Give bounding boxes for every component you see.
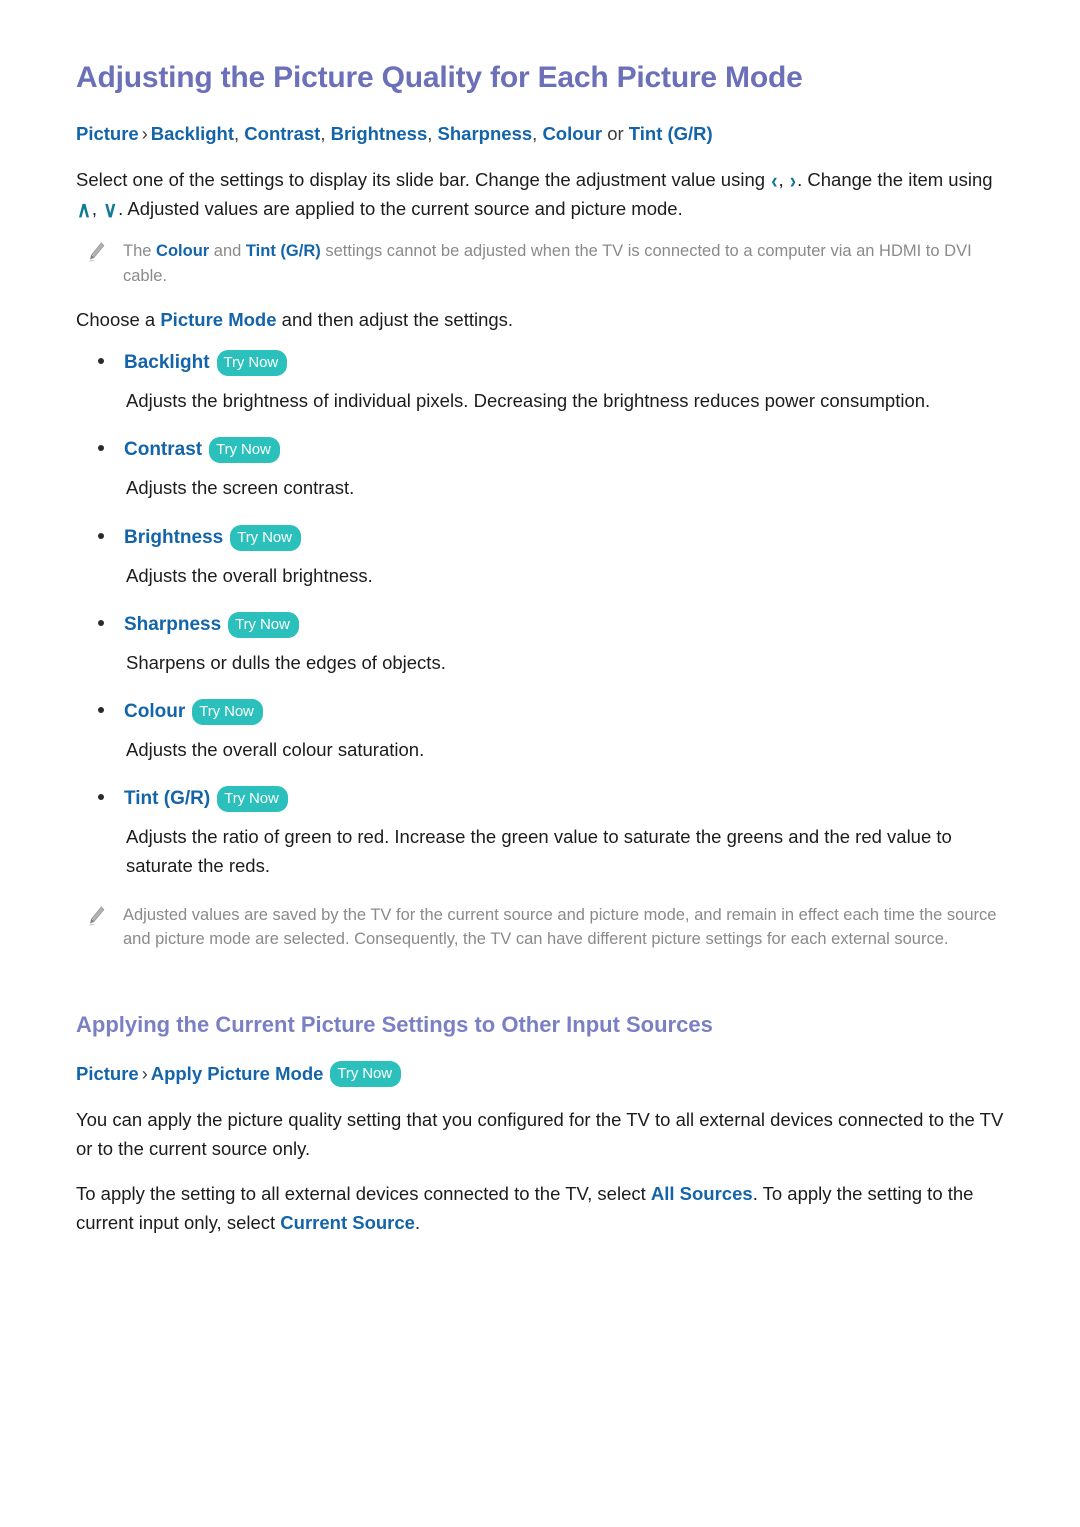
try-now-badge[interactable]: Try Now (228, 611, 299, 638)
setting-label-brightness: Brightness Try Now (124, 524, 301, 551)
apply-settings-paragraph-2: To apply the setting to all external dev… (76, 1179, 1008, 1237)
try-now-badge[interactable]: Try Now (192, 699, 263, 725)
list-item: Contrast Try Now (76, 437, 1008, 464)
list-item: Colour Try Now (76, 699, 1008, 725)
chevron-left-icon: ‹ (771, 169, 778, 194)
choose-text-part-2: and then adjust the settings. (276, 308, 514, 330)
chevron-right-icon: › (789, 169, 797, 194)
paragraph-part-3: . (414, 1212, 421, 1234)
intro-text-part-3: . Adjusted values are applied to the cur… (118, 198, 683, 220)
setting-description-contrast: Adjusts the screen contrast. (126, 477, 355, 499)
setting-name[interactable]: Contrast (124, 439, 202, 460)
setting-label-backlight: Backlight Try Now (124, 350, 288, 377)
bullet-icon (98, 358, 104, 365)
setting-description-colour: Adjusts the overall colour saturation. (126, 739, 425, 760)
setting-description-tint: Adjusts the ratio of green to red. Incre… (126, 826, 952, 877)
breadcrumb-item-sharpness[interactable]: Sharpness (438, 123, 533, 144)
document-page: Adjusting the Picture Quality for Each P… (0, 0, 1080, 1527)
chevron-right-icon: › (141, 124, 148, 144)
chevron-down-icon: ∨ (103, 198, 118, 223)
breadcrumb-item-contrast[interactable]: Contrast (244, 123, 320, 144)
breadcrumb-or: or (607, 123, 624, 144)
choose-text-part-1: Choose a (76, 308, 161, 330)
setting-label-tint: Tint (G/R) Try Now (124, 786, 288, 813)
list-item: Backlight Try Now (76, 350, 1008, 377)
breadcrumb-picture-settings: Picture › Backlight, Contrast, Brightness,… (76, 122, 1008, 147)
breadcrumb-item-backlight[interactable]: Backlight (151, 123, 234, 144)
breadcrumb-root[interactable]: Picture (76, 1063, 139, 1084)
note-text-part-2: and (209, 242, 246, 261)
intro-comma: , (778, 168, 789, 190)
setting-label-colour: Colour Try Now (124, 699, 263, 725)
try-now-badge[interactable]: Try Now (216, 350, 288, 377)
setting-label-sharpness: Sharpness Try Now (124, 611, 299, 638)
setting-description-backlight: Adjusts the brightness of individual pix… (126, 390, 931, 412)
note-text: Adjusted values are saved by the TV for … (123, 905, 997, 949)
note-saved-values: Adjusted values are saved by the TV for … (76, 903, 1008, 953)
setting-name[interactable]: Tint (G/R) (124, 788, 210, 809)
intro-text-part-1: Select one of the settings to display it… (76, 168, 771, 190)
setting-name[interactable]: Backlight (124, 352, 210, 373)
list-item: Brightness Try Now (76, 524, 1008, 551)
pencil-icon (88, 906, 105, 926)
link-all-sources[interactable]: All Sources (651, 1183, 753, 1204)
breadcrumb-comma: , (320, 123, 331, 144)
bullet-icon (98, 619, 104, 626)
chevron-up-icon: ∧ (77, 198, 91, 223)
setting-name[interactable]: Brightness (124, 527, 223, 548)
page-title: Adjusting the Picture Quality for Each P… (76, 61, 803, 94)
bullet-icon (98, 707, 104, 713)
intro-text-part-2: . Change the item using (797, 168, 993, 190)
breadcrumb-item-brightness[interactable]: Brightness (331, 123, 428, 144)
list-item: Tint (G/R) Try Now (76, 786, 1008, 813)
breadcrumb-comma: , (234, 123, 245, 144)
note-text: The Colour and Tint (G/R) settings canno… (123, 239, 1008, 289)
breadcrumb-item-colour[interactable]: Colour (542, 123, 602, 144)
bullet-icon (98, 532, 104, 539)
breadcrumb-comma: , (532, 123, 543, 144)
chevron-right-icon: › (141, 1063, 148, 1084)
pencil-icon (88, 242, 105, 262)
list-item: Sharpness Try Now (76, 611, 1008, 638)
note-text-part-1: The (123, 242, 157, 261)
try-now-badge[interactable]: Try Now (230, 524, 301, 551)
intro-paragraph: Select one of the settings to display it… (76, 165, 1008, 223)
link-current-source[interactable]: Current Source (280, 1212, 415, 1233)
section-title-apply-settings: Applying the Current Picture Settings to… (76, 1012, 713, 1038)
breadcrumb-comma: , (427, 123, 438, 144)
setting-name[interactable]: Colour (124, 701, 185, 722)
note-link-colour[interactable]: Colour (156, 242, 209, 260)
choose-picture-mode-paragraph: Choose a Picture Mode and then adjust th… (76, 305, 1008, 334)
link-picture-mode[interactable]: Picture Mode (160, 309, 276, 330)
apply-settings-paragraph-1: You can apply the picture quality settin… (76, 1108, 1004, 1159)
try-now-badge[interactable]: Try Now (330, 1060, 401, 1087)
note-link-tint[interactable]: Tint (G/R) (246, 242, 321, 260)
breadcrumb-root[interactable]: Picture (76, 123, 139, 144)
try-now-badge[interactable]: Try Now (209, 437, 280, 464)
setting-name[interactable]: Sharpness (124, 614, 221, 635)
bullet-icon (98, 445, 104, 452)
breadcrumb-item-tint[interactable]: Tint (G/R) (629, 123, 713, 144)
setting-description-brightness: Adjusts the overall brightness. (126, 564, 373, 586)
intro-comma-2: , (91, 198, 103, 220)
note-hdmi-dvi: The Colour and Tint (G/R) settings canno… (76, 239, 1008, 289)
breadcrumb-apply-picture-mode: Picture › Apply Picture Mode Try Now (76, 1060, 1008, 1087)
breadcrumb-item-apply-picture-mode[interactable]: Apply Picture Mode (151, 1063, 324, 1084)
setting-description-sharpness: Sharpens or dulls the edges of objects. (126, 651, 446, 673)
bullet-icon (98, 794, 104, 801)
setting-label-contrast: Contrast Try Now (124, 437, 280, 464)
paragraph-part-1: To apply the setting to all external dev… (76, 1182, 651, 1204)
try-now-badge[interactable]: Try Now (217, 786, 288, 813)
